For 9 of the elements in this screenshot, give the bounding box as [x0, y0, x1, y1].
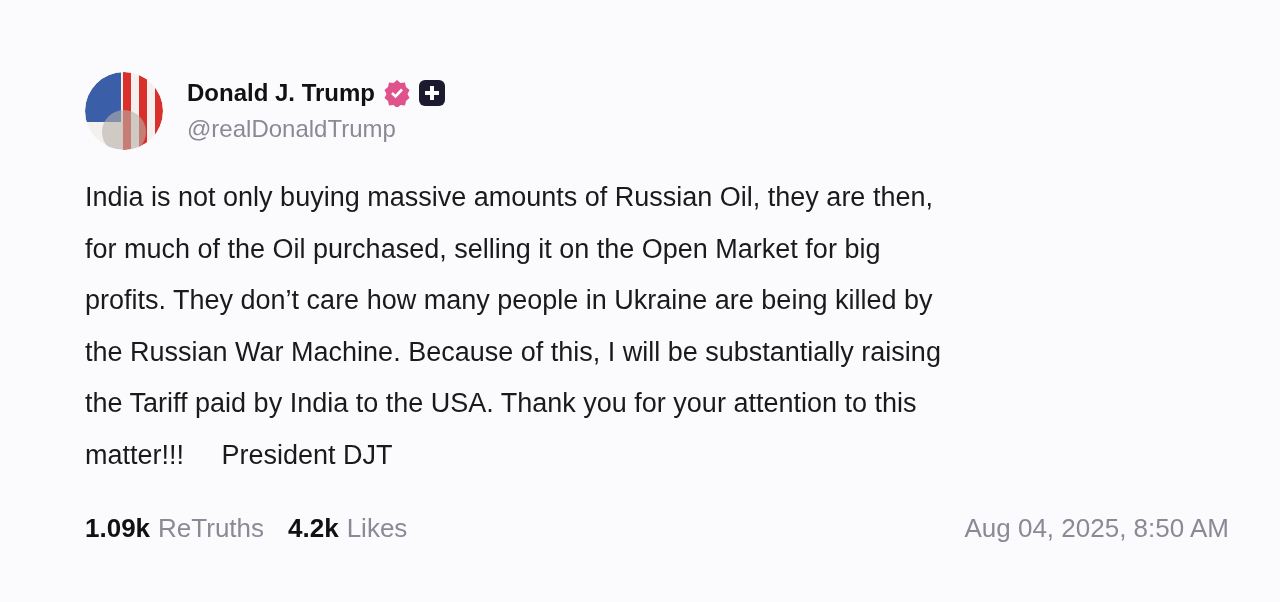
- stat-count: 1.09k: [85, 512, 151, 545]
- timestamp: Aug 04, 2025, 8:50 AM: [964, 512, 1229, 545]
- author-handle[interactable]: @realDonaldTrump: [187, 111, 445, 147]
- stat-label[interactable]: ReTruths: [158, 509, 265, 548]
- author-name[interactable]: Donald J. Trump: [187, 75, 375, 111]
- post-text: India is not only buying massive amounts of Russian Oil, they are then, for much of the Oil purchased, selling it on the Open Market for big profits. They don’t care how many people in Ukraine are being killed by the Russian War Machine. Because of this, I will be substantially raising the Tariff paid by India to the USA. Thank you for your attention to this matter!!! President DJT: [85, 181, 942, 472]
- stat-label[interactable]: Likes: [346, 509, 408, 548]
- stat-count: 4.2k: [288, 512, 339, 545]
- plus-icon[interactable]: [419, 80, 445, 106]
